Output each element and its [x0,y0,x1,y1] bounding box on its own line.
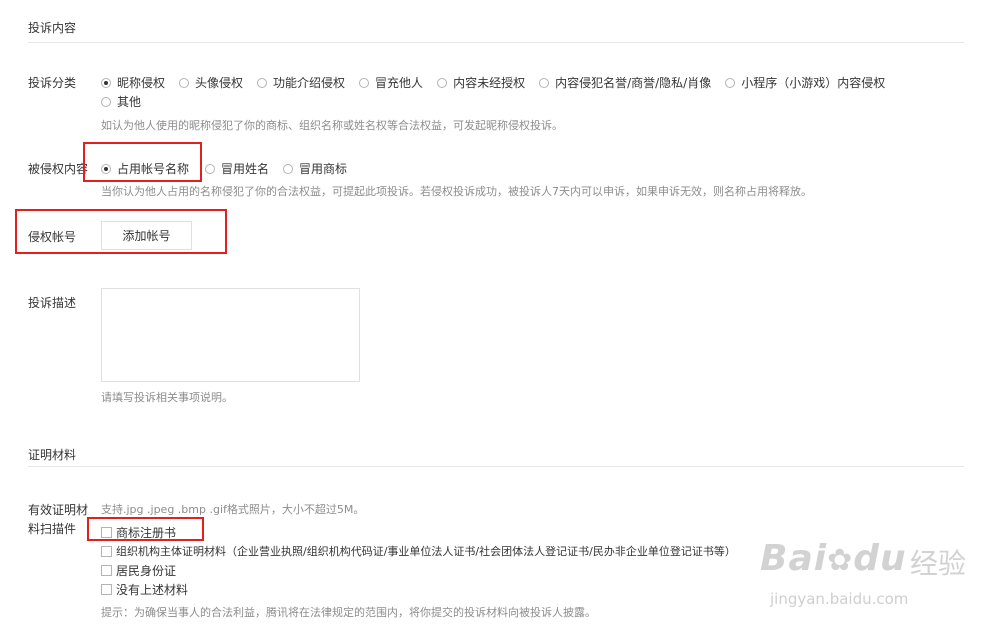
infringed-option-trademark[interactable]: 冒用商标 [283,160,347,177]
infringed-option-account-name[interactable]: 占用帐号名称 [101,160,189,177]
category-option-avatar[interactable]: 头像侵权 [179,74,243,91]
category-option-nickname[interactable]: 昵称侵权 [101,74,165,91]
radio-icon [101,163,111,174]
watermark-brand: Bai✿du [760,538,907,579]
category-radio-group: 昵称侵权 头像侵权 功能介绍侵权 冒充他人 内容未经授权 内容侵犯名誉/商誉/隐… [101,74,899,91]
evidence-option-id-card[interactable]: 居民身份证 [101,562,176,579]
category-option-reputation[interactable]: 内容侵犯名誉/商誉/隐私/肖像 [539,74,711,91]
radio-icon [101,96,111,107]
radio-icon [725,77,736,88]
add-account-button[interactable]: 添加帐号 [101,221,192,250]
account-label: 侵权帐号 [28,230,77,244]
watermark-cn: 经验 [910,547,967,580]
evidence-label-line1: 有效证明材 [28,503,89,517]
radio-icon [179,77,190,88]
section-divider [28,466,964,467]
evidence-label-line2: 料扫描件 [28,522,77,536]
checkbox-icon [101,565,112,576]
category-hint: 如认为他人使用的昵称侵犯了你的商标、组织名称或姓名权等合法权益，可发起昵称侵权投… [101,119,563,132]
category-option-impersonation[interactable]: 冒充他人 [359,74,423,91]
radio-icon [359,77,370,88]
format-hint: 支持.jpg .jpeg .bmp .gif格式照片，大小不超过5M。 [101,503,365,516]
infringed-label: 被侵权内容 [28,162,89,176]
evidence-option-trademark[interactable]: 商标注册书 [101,524,176,541]
description-hint: 请填写投诉相关事项说明。 [101,391,233,404]
section-divider [28,42,964,43]
radio-icon [257,77,268,88]
section-title-evidence: 证明材料 [28,448,77,462]
checkbox-icon [101,527,112,538]
radio-icon [539,77,550,88]
checkbox-icon [101,545,112,557]
radio-icon [101,77,111,88]
evidence-option-none[interactable]: 没有上述材料 [101,581,188,598]
evidence-notice: 提示：为确保当事人的合法利益，腾讯将在法律规定的范围内，将你提交的投诉材料向被投… [101,606,596,619]
evidence-option-organization[interactable]: 组织机构主体证明材料（企业营业执照/组织机构代码证/事业单位法人证书/社会团体法… [101,543,736,559]
description-label: 投诉描述 [28,296,77,310]
radio-icon [437,77,448,88]
infringed-hint: 当你认为他人占用的名称侵犯了你的合法权益，可提起此项投诉。若侵权投诉成功，被投诉… [101,185,812,198]
category-option-other[interactable]: 其他 [101,93,141,110]
paw-icon: ✿ [827,543,854,578]
baidu-watermark: Bai✿du 经验 jingyan.baidu.com [760,538,990,618]
watermark-url: jingyan.baidu.com [770,590,909,608]
category-option-intro[interactable]: 功能介绍侵权 [257,74,345,91]
category-option-miniprogram[interactable]: 小程序（小游戏）内容侵权 [725,74,885,91]
infringed-radio-group: 占用帐号名称 冒用姓名 冒用商标 [101,160,361,177]
radio-icon [283,163,294,174]
description-textarea[interactable] [101,288,360,382]
category-option-unauthorized[interactable]: 内容未经授权 [437,74,525,91]
section-title-complaint: 投诉内容 [28,21,77,35]
checkbox-icon [101,584,112,595]
category-label: 投诉分类 [28,76,77,90]
radio-icon [205,163,216,174]
infringed-option-name[interactable]: 冒用姓名 [205,160,269,177]
